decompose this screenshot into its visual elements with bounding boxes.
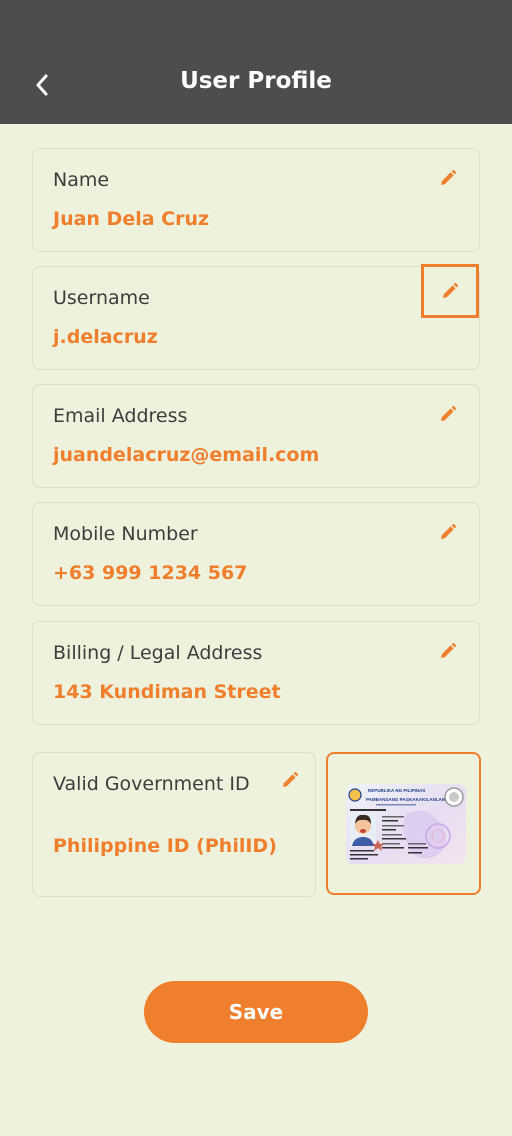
- mobile-value: +63 999 1234 567: [53, 562, 248, 584]
- mobile-label: Mobile Number: [53, 523, 198, 545]
- address-label: Billing / Legal Address: [53, 642, 263, 664]
- edit-email-button[interactable]: [437, 403, 459, 425]
- email-value: juandelacruz@email.com: [53, 444, 320, 466]
- address-field-card: Billing / Legal Address 143 Kundiman Str…: [32, 621, 480, 725]
- save-button[interactable]: Save: [144, 981, 368, 1043]
- edit-government-id-button[interactable]: [279, 769, 301, 791]
- app-header: User Profile: [0, 0, 512, 124]
- username-label: Username: [53, 287, 150, 309]
- id-card-header-line1: REPUBLIKA NG PILIPINAS: [368, 788, 425, 793]
- pencil-icon: [441, 405, 457, 421]
- pencil-icon: [443, 282, 459, 298]
- username-value: j.delacruz: [53, 326, 158, 348]
- government-id-label: Valid Government ID: [53, 773, 250, 795]
- edit-address-button[interactable]: [437, 640, 459, 662]
- name-field-card: Name Juan Dela Cruz: [32, 148, 480, 252]
- mobile-field-card: Mobile Number +63 999 1234 567: [32, 502, 480, 606]
- government-id-value: Philippine ID (PhilID): [53, 835, 277, 857]
- pencil-icon: [441, 169, 457, 185]
- address-value: 143 Kundiman Street: [53, 681, 281, 703]
- id-card-image: REPUBLIKA NG PILIPINAS PAMBANSANG PAGKAK…: [346, 784, 466, 864]
- pencil-icon: [283, 771, 299, 787]
- email-field-card: Email Address juandelacruz@email.com: [32, 384, 480, 488]
- edit-name-button[interactable]: [437, 167, 459, 189]
- email-label: Email Address: [53, 405, 188, 427]
- edit-username-button[interactable]: [421, 264, 479, 318]
- username-field-card: Username j.delacruz: [32, 264, 480, 370]
- government-id-card: Valid Government ID Philippine ID (PhilI…: [32, 752, 316, 897]
- government-id-thumbnail[interactable]: REPUBLIKA NG PILIPINAS PAMBANSANG PAGKAK…: [326, 752, 481, 895]
- page-title: User Profile: [180, 68, 332, 94]
- id-card-header-line2: PAMBANSANG PAGKAKAKILANLAN: [366, 797, 445, 802]
- edit-mobile-button[interactable]: [437, 521, 459, 543]
- pencil-icon: [441, 523, 457, 539]
- name-value: Juan Dela Cruz: [53, 208, 210, 230]
- name-label: Name: [53, 169, 110, 191]
- pencil-icon: [441, 642, 457, 658]
